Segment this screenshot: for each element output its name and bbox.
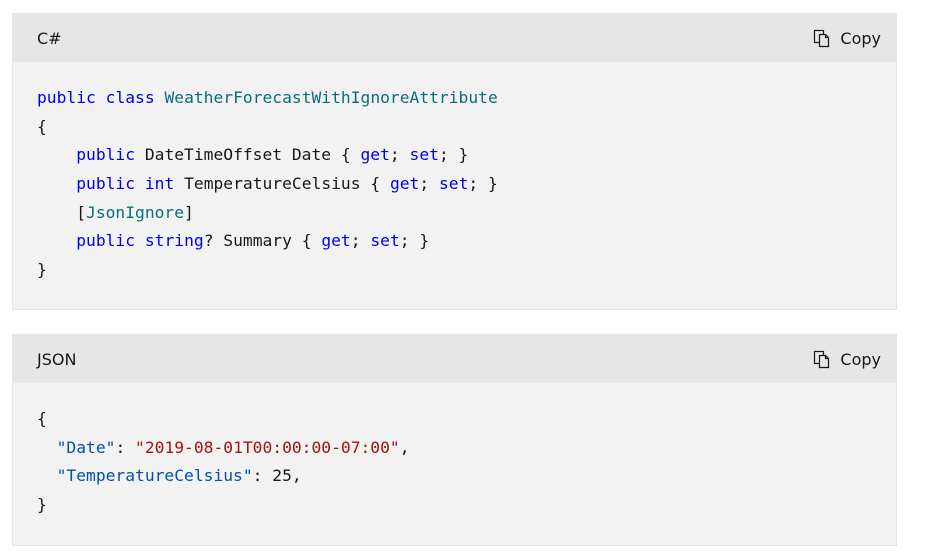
code-line: public DateTimeOffset Date { get; set; } — [37, 141, 872, 170]
copy-icon — [812, 29, 831, 48]
code-token: set — [370, 231, 400, 251]
copy-button[interactable]: Copy — [812, 29, 881, 48]
code-token: public — [76, 231, 136, 251]
code-line: "Date": "2019-08-01T00:00:00-07:00", — [37, 434, 872, 463]
code-block-json: JSON Copy { "Date": "2019-08-01T00:00:00… — [12, 334, 897, 546]
code-token: : 25, — [252, 466, 302, 486]
code-token: { — [37, 116, 47, 136]
code-token: public — [76, 174, 136, 194]
code-token: { — [37, 409, 47, 428]
code-token: class — [105, 88, 155, 107]
code-token: , — [399, 437, 410, 457]
code-token: "2019-08-01T00:00:00-07:00" — [135, 437, 400, 457]
code-token: WeatherForecastWithIgnoreAttribute — [164, 88, 498, 107]
code-line: public string? Summary { get; set; } — [37, 227, 872, 256]
code-line: { — [37, 405, 872, 434]
code-token: : — [115, 437, 136, 457]
code-token: ] — [184, 202, 194, 222]
code-token: ; } — [399, 231, 430, 251]
code-token: ; — [419, 174, 439, 194]
code-token: [ — [37, 202, 87, 222]
code-line: public int TemperatureCelsius { get; set… — [37, 170, 872, 199]
code-language-label: JSON — [37, 349, 77, 369]
code-token: ; — [389, 145, 410, 165]
code-line: } — [37, 256, 872, 285]
copy-button-label: Copy — [840, 349, 881, 369]
code-token: set — [409, 145, 439, 165]
code-token: get — [321, 231, 351, 251]
code-line: } — [37, 491, 872, 520]
code-line: { — [37, 113, 872, 142]
code-token: int — [144, 174, 175, 194]
code-line: [JsonIgnore] — [37, 199, 872, 228]
code-token: "Date" — [56, 437, 116, 457]
code-token: DateTimeOffset Date { — [135, 145, 361, 165]
code-token: get — [389, 174, 420, 194]
copy-icon — [812, 350, 831, 369]
code-token: } — [37, 260, 47, 280]
code-token: ? Summary { — [203, 231, 322, 251]
code-block-header: JSON Copy — [13, 335, 896, 383]
code-token: public — [37, 88, 96, 107]
code-token: get — [360, 145, 390, 165]
code-token: } — [37, 495, 47, 515]
code-line: "TemperatureCelsius": 25, — [37, 462, 872, 491]
code-body: { "Date": "2019-08-01T00:00:00-07:00", "… — [13, 383, 896, 520]
code-line: public class WeatherForecastWithIgnoreAt… — [37, 84, 872, 113]
code-token: JsonIgnore — [86, 202, 185, 222]
code-token: set — [438, 174, 469, 194]
code-token: ; } — [468, 174, 498, 194]
code-token: string — [144, 231, 204, 251]
copy-button[interactable]: Copy — [812, 350, 881, 369]
code-token: TemperatureCelsius { — [174, 174, 390, 194]
code-block-header: C# Copy — [13, 14, 896, 62]
code-block-csharp: C# Copy public class WeatherForecastWith… — [12, 13, 897, 310]
code-token: ; — [350, 231, 371, 251]
code-body: public class WeatherForecastWithIgnoreAt… — [13, 62, 896, 285]
code-token: "TemperatureCelsius" — [56, 466, 253, 486]
code-language-label: C# — [37, 28, 62, 48]
copy-button-label: Copy — [840, 28, 881, 48]
code-token: ; } — [438, 145, 469, 165]
code-token: public — [76, 145, 136, 165]
